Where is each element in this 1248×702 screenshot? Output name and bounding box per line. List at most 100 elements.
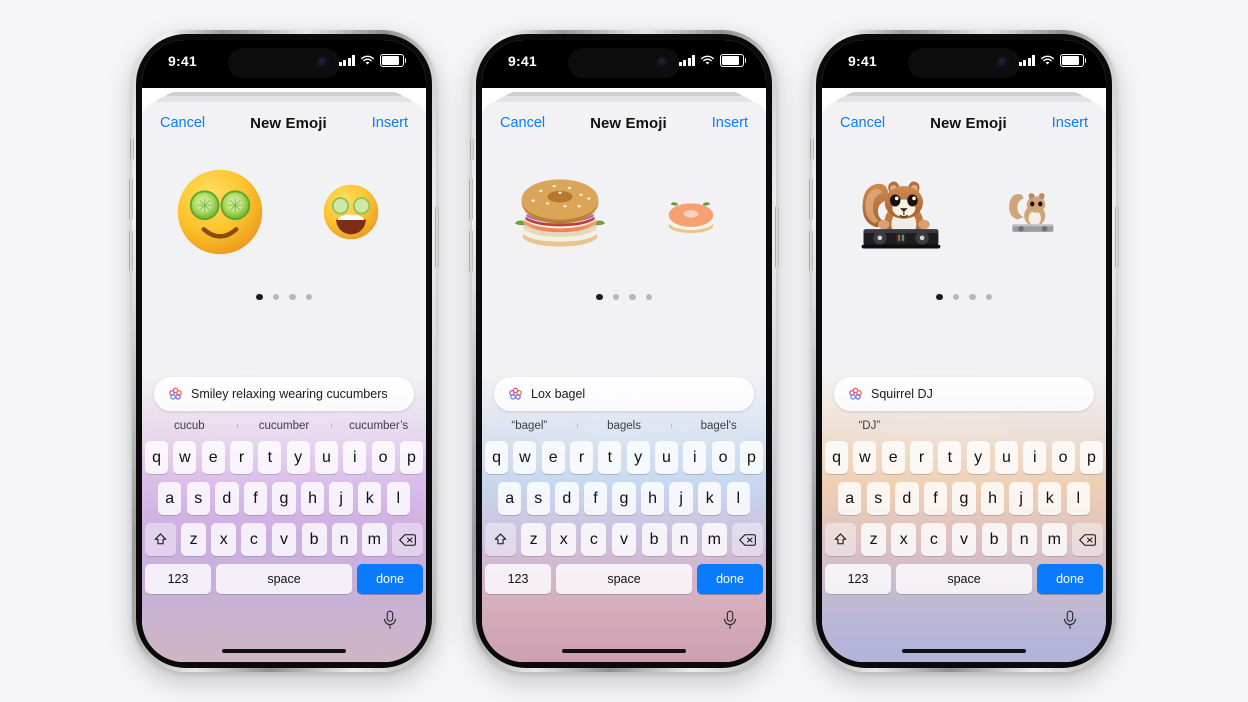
suggestion-item[interactable]: “bagel” — [482, 420, 577, 432]
page-dot-3[interactable] — [289, 293, 296, 301]
key-r[interactable]: r — [909, 441, 934, 474]
key-y[interactable]: y — [966, 441, 990, 474]
page-dot-4[interactable] — [645, 293, 652, 301]
page-dot-4[interactable] — [305, 293, 312, 301]
key-n[interactable]: n — [1011, 523, 1037, 556]
key-p[interactable]: p — [739, 441, 763, 474]
microphone-icon[interactable] — [722, 610, 738, 630]
key-u[interactable]: u — [654, 441, 679, 474]
key-d[interactable]: d — [215, 482, 239, 515]
emoji-preview-carousel[interactable] — [822, 144, 1106, 280]
key-g[interactable]: g — [952, 482, 976, 515]
key-p[interactable]: p — [1079, 441, 1103, 474]
silent-switch[interactable] — [130, 138, 134, 160]
key-y[interactable]: y — [626, 441, 650, 474]
key-t[interactable]: t — [938, 441, 962, 474]
key-a[interactable]: a — [498, 482, 522, 515]
key-l[interactable]: l — [386, 482, 411, 515]
key-p[interactable]: p — [399, 441, 423, 474]
emoji-smiley-with-cucumber-slices-on-eyes[interactable] — [172, 164, 268, 260]
suggestion-item[interactable]: “DJ” — [822, 420, 917, 432]
key-h[interactable]: h — [640, 482, 665, 515]
key-z[interactable]: z — [181, 523, 207, 556]
shift-key[interactable] — [825, 523, 857, 556]
key-j[interactable]: j — [669, 482, 693, 515]
key-l[interactable]: l — [1066, 482, 1091, 515]
space-key[interactable]: space — [896, 564, 1032, 594]
microphone-icon[interactable] — [382, 610, 398, 630]
key-j[interactable]: j — [1009, 482, 1033, 515]
page-dot-1[interactable] — [256, 293, 263, 301]
space-key[interactable]: space — [556, 564, 692, 594]
silent-switch[interactable] — [810, 138, 814, 160]
page-indicator[interactable] — [142, 280, 426, 314]
key-b[interactable]: b — [641, 523, 667, 556]
emoji-squirrel-dj-variant[interactable] — [1000, 181, 1062, 243]
backspace-key[interactable] — [391, 523, 423, 556]
key-x[interactable]: x — [891, 523, 917, 556]
insert-button[interactable]: Insert — [372, 115, 408, 131]
emoji-smiling-face-with-cucumber-eyes-variant[interactable] — [320, 181, 382, 243]
key-s[interactable]: s — [186, 482, 210, 515]
key-u[interactable]: u — [994, 441, 1019, 474]
volume-up-button[interactable] — [809, 178, 813, 220]
emoji-squirrel-dj-at-turntables[interactable] — [852, 164, 948, 260]
key-a[interactable]: a — [158, 482, 182, 515]
suggestion-item[interactable]: cucumber’s — [331, 420, 426, 432]
page-indicator[interactable] — [822, 280, 1106, 314]
key-s[interactable]: s — [866, 482, 890, 515]
key-f[interactable]: f — [923, 482, 948, 515]
key-x[interactable]: x — [551, 523, 577, 556]
key-w[interactable]: w — [853, 441, 877, 474]
key-d[interactable]: d — [555, 482, 579, 515]
page-dot-3[interactable] — [629, 293, 636, 301]
power-button[interactable] — [775, 206, 779, 268]
emoji-open-faced-lox-bagel[interactable] — [660, 181, 722, 243]
suggestion-item[interactable]: cucub — [142, 420, 237, 432]
key-d[interactable]: d — [895, 482, 919, 515]
key-u[interactable]: u — [314, 441, 339, 474]
power-button[interactable] — [435, 206, 439, 268]
key-v[interactable]: v — [951, 523, 977, 556]
key-g[interactable]: g — [612, 482, 636, 515]
key-s[interactable]: s — [526, 482, 550, 515]
home-indicator[interactable] — [902, 648, 1026, 653]
backspace-key[interactable] — [731, 523, 763, 556]
numbers-key[interactable]: 123 — [485, 564, 551, 594]
key-t[interactable]: t — [598, 441, 622, 474]
key-e[interactable]: e — [881, 441, 905, 474]
key-b[interactable]: b — [301, 523, 327, 556]
key-v[interactable]: v — [611, 523, 637, 556]
key-i[interactable]: i — [1023, 441, 1047, 474]
key-o[interactable]: o — [711, 441, 735, 474]
key-n[interactable]: n — [671, 523, 697, 556]
key-a[interactable]: a — [838, 482, 862, 515]
key-h[interactable]: h — [980, 482, 1005, 515]
page-dot-2[interactable] — [612, 293, 619, 301]
page-dot-2[interactable] — [952, 293, 959, 301]
key-t[interactable]: t — [258, 441, 282, 474]
suggestion-item[interactable]: bagel's — [671, 420, 766, 432]
done-key[interactable]: done — [1037, 564, 1103, 594]
page-dot-1[interactable] — [596, 293, 603, 301]
key-v[interactable]: v — [271, 523, 297, 556]
key-x[interactable]: x — [211, 523, 237, 556]
prompt-input[interactable]: Smiley relaxing wearing cucumbers — [154, 377, 414, 411]
shift-key[interactable] — [145, 523, 177, 556]
prompt-input[interactable]: Squirrel DJ — [834, 377, 1094, 411]
cancel-button[interactable]: Cancel — [160, 115, 205, 131]
key-r[interactable]: r — [229, 441, 254, 474]
page-dot-3[interactable] — [969, 293, 976, 301]
space-key[interactable]: space — [216, 564, 352, 594]
key-o[interactable]: o — [1051, 441, 1075, 474]
page-dot-1[interactable] — [936, 293, 943, 301]
page-dot-4[interactable] — [985, 293, 992, 301]
key-j[interactable]: j — [329, 482, 353, 515]
key-e[interactable]: e — [541, 441, 565, 474]
numbers-key[interactable]: 123 — [825, 564, 891, 594]
volume-down-button[interactable] — [129, 230, 133, 272]
key-w[interactable]: w — [173, 441, 197, 474]
numbers-key[interactable]: 123 — [145, 564, 211, 594]
key-h[interactable]: h — [300, 482, 325, 515]
key-q[interactable]: q — [825, 441, 849, 474]
